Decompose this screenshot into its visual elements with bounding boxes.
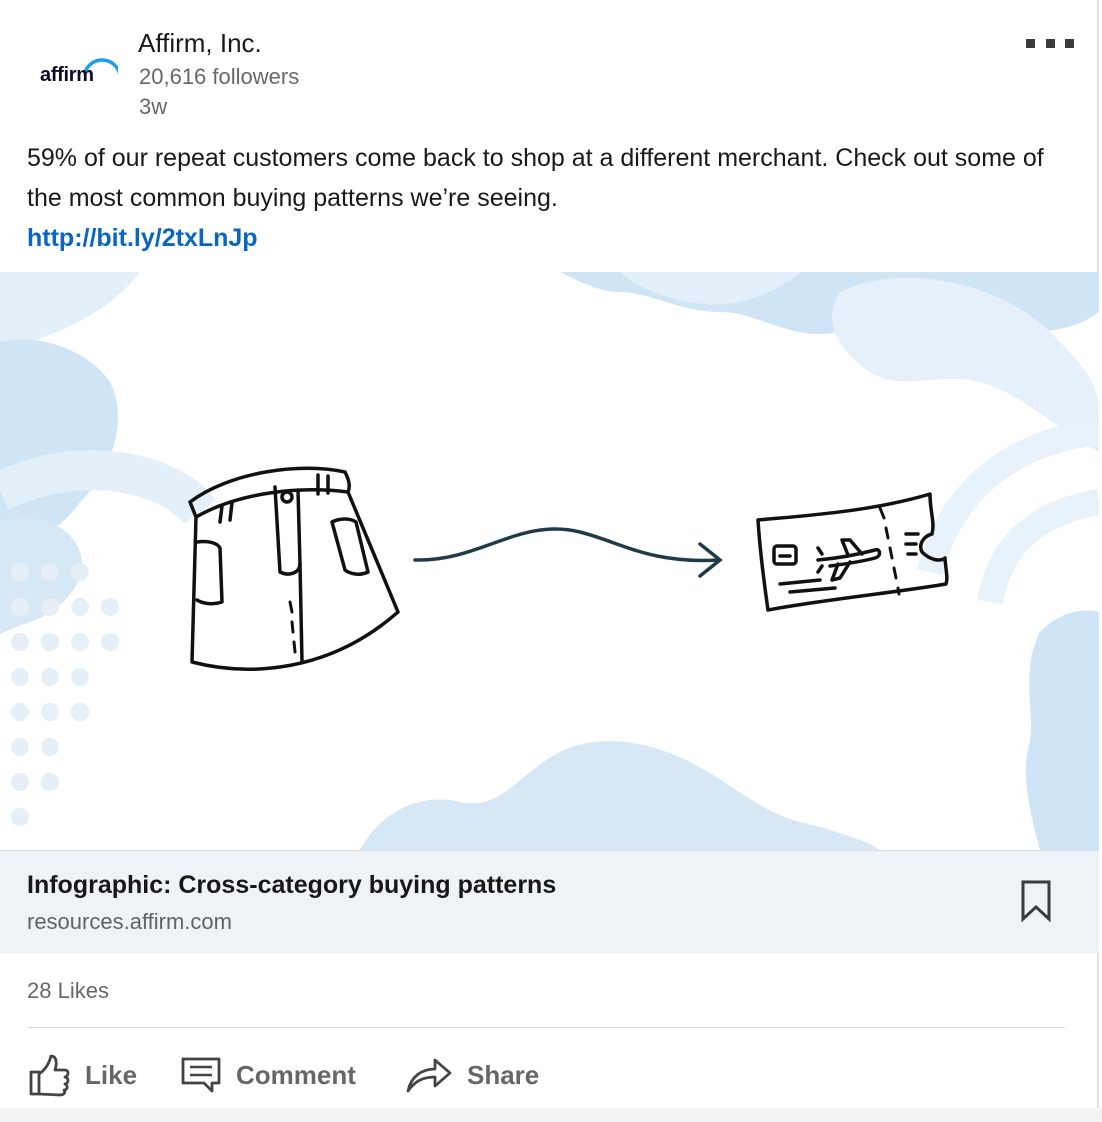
company-logo[interactable]: affirm xyxy=(28,26,118,116)
divider xyxy=(27,1027,1065,1028)
follower-count: 20,616 followers xyxy=(139,64,300,89)
link-preview[interactable]: Infographic: Cross-category buying patte… xyxy=(0,850,1099,953)
post-header: affirm Affirm, Inc. 20,616 followers 3w xyxy=(0,0,1097,130)
post-text: 59% of our repeat customers come back to… xyxy=(27,144,1044,212)
share-label: Share xyxy=(467,1059,540,1090)
more-icon[interactable] xyxy=(1026,36,1074,50)
comment-button[interactable]: Comment xyxy=(180,1040,356,1110)
logo-text: affirm xyxy=(40,64,94,86)
like-button[interactable]: Like xyxy=(27,1040,137,1110)
comment-label: Comment xyxy=(236,1059,356,1090)
like-label: Like xyxy=(85,1059,138,1090)
feed-post-card: affirm Affirm, Inc. 20,616 followers 3w … xyxy=(0,0,1099,1122)
like-icon xyxy=(29,1054,70,1097)
share-icon xyxy=(406,1058,452,1093)
post-image[interactable] xyxy=(0,272,1099,850)
skirt-to-ticket-illustration xyxy=(0,272,1099,850)
bookmark-icon[interactable] xyxy=(1020,879,1052,928)
company-name[interactable]: Affirm, Inc. xyxy=(138,28,262,59)
link-preview-title[interactable]: Infographic: Cross-category buying patte… xyxy=(27,871,556,900)
share-button[interactable]: Share xyxy=(405,1040,539,1110)
comment-icon xyxy=(181,1057,221,1093)
link-preview-domain: resources.affirm.com xyxy=(27,909,232,934)
post-age: 3w xyxy=(139,94,168,119)
social-actions-bar: Like Comment Share xyxy=(0,1040,1099,1110)
feed-gap xyxy=(0,1108,1102,1122)
post-link[interactable]: http://bit.ly/2txLnJp xyxy=(27,218,258,258)
likes-count[interactable]: 28 Likes xyxy=(27,978,109,1004)
